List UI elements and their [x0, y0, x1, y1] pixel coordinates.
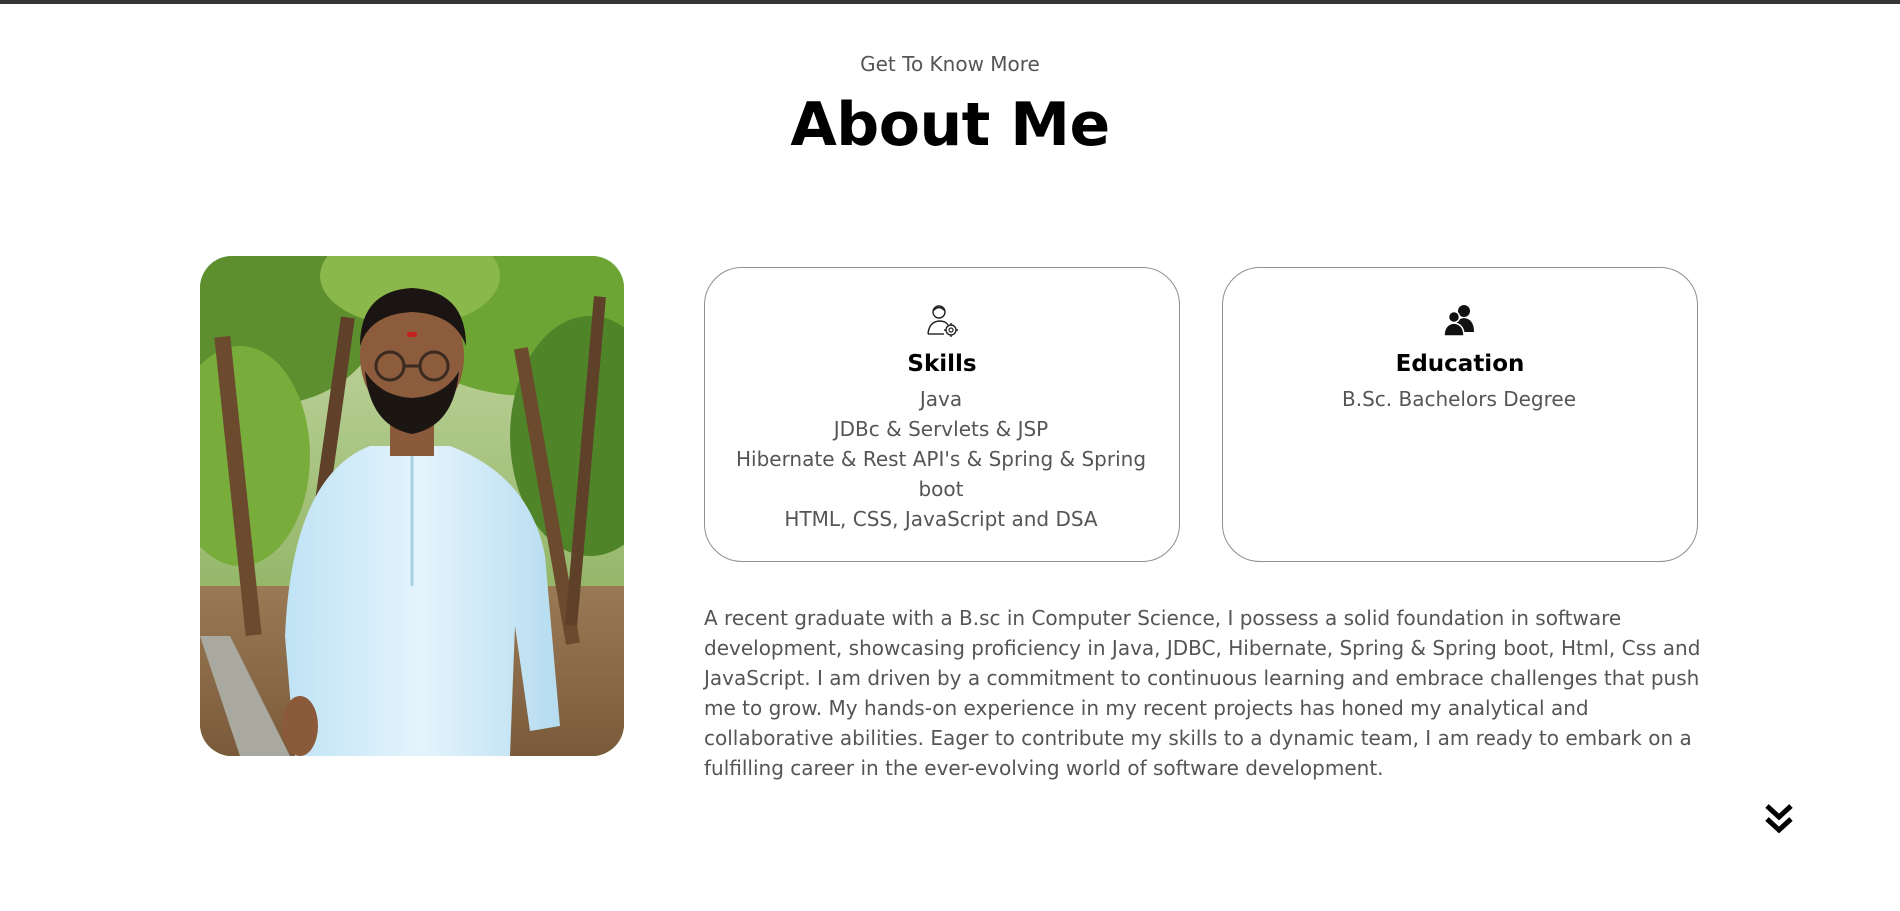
experience-icon	[927, 305, 958, 337]
top-border	[0, 0, 1900, 4]
skill-item: JDBc & Servlets & JSP	[833, 417, 1049, 441]
education-card: Education B.Sc. Bachelors Degree	[1222, 267, 1698, 562]
education-title: Education	[1395, 351, 1525, 377]
skill-item: HTML, CSS, JavaScript and DSA	[784, 507, 1098, 531]
section-title: About Me	[790, 90, 1110, 160]
profile-photo	[200, 256, 624, 756]
section-subtitle: Get To Know More	[860, 52, 1040, 76]
skills-title: Skills	[907, 351, 977, 377]
double-chevron-down-icon[interactable]	[1764, 802, 1794, 836]
skills-list: Java JDBc & Servlets & JSP Hibernate & R…	[735, 384, 1147, 534]
education-list: B.Sc. Bachelors Degree	[1253, 384, 1665, 414]
education-item: B.Sc. Bachelors Degree	[1341, 387, 1577, 411]
education-icon	[1443, 305, 1474, 337]
skills-card: Skills Java JDBc & Servlets & JSP Hibern…	[704, 267, 1180, 562]
about-section: Get To Know More About Me Skills Java JD…	[0, 0, 1900, 911]
bio-text: A recent graduate with a B.sc in Compute…	[704, 606, 1701, 780]
skill-item: Java	[919, 387, 963, 411]
skill-item: Hibernate & Rest API's & Spring & Spring…	[735, 447, 1147, 501]
